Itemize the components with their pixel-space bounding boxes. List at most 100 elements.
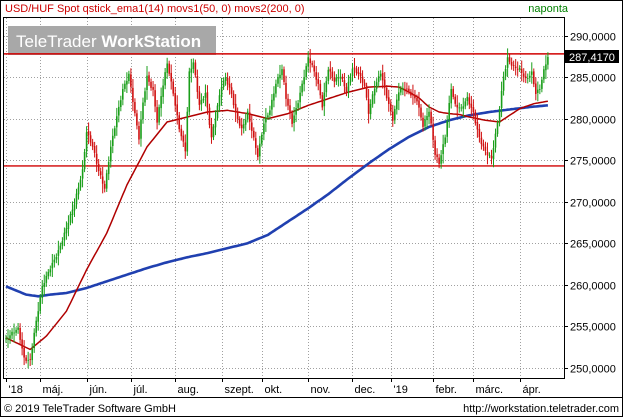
candle-body: [351, 68, 354, 76]
candle-body: [547, 57, 549, 65]
candle-body: [263, 123, 265, 135]
candle-body: [514, 66, 517, 69]
y-axis: 250,0000 255,0000 260,0000 265,0000 270,0000…: [564, 32, 616, 376]
candle-body: [297, 103, 299, 108]
candle-body: [482, 143, 485, 147]
candle-body: [61, 241, 64, 246]
candle-body: [448, 103, 450, 121]
candle-body: [303, 77, 305, 85]
candle-body: [265, 117, 267, 123]
candle-body: [9, 335, 11, 339]
candle-body: [359, 73, 362, 77]
timeframe-label[interactable]: naponta: [528, 3, 569, 15]
candle-body: [492, 148, 495, 160]
candle-body: [375, 82, 378, 89]
candle-body: [43, 283, 46, 287]
candle-body: [93, 146, 96, 153]
candle-body: [365, 85, 368, 98]
candle-body: [17, 327, 19, 330]
candle-body: [289, 105, 291, 114]
candle-body: [198, 91, 201, 105]
candle-body: [460, 107, 463, 109]
candle-body: [244, 119, 247, 125]
candle-body: [529, 75, 531, 78]
y-tick-label: 290,0000: [570, 32, 616, 44]
candle-body: [502, 76, 505, 91]
candle-body: [357, 72, 360, 74]
candle-body: [504, 69, 507, 77]
candle-body: [190, 68, 193, 73]
candle-body: [41, 286, 44, 298]
candle-body: [116, 116, 118, 128]
candle-body: [164, 72, 166, 86]
candle-body: [130, 74, 132, 87]
candle-body: [480, 137, 483, 145]
candle-body: [107, 162, 110, 175]
candle-body: [329, 68, 332, 72]
candle-body: [468, 97, 471, 105]
candle-body: [222, 80, 225, 88]
y-tick-label: 265,0000: [570, 239, 616, 251]
candle-body: [456, 104, 458, 108]
candle-body: [412, 94, 414, 96]
candle-body: [273, 93, 275, 101]
candle-body: [240, 124, 243, 129]
candle-body: [138, 126, 140, 140]
candle-body: [110, 146, 112, 162]
y-tick-label: 280,0000: [570, 115, 616, 127]
candle-body: [25, 357, 27, 361]
candle-body: [512, 65, 515, 66]
candle-body: [446, 121, 448, 137]
candle-body: [416, 98, 418, 102]
candle-body: [541, 79, 543, 89]
candle-body: [196, 76, 199, 92]
candle-body: [35, 320, 37, 333]
candle-body: [545, 64, 547, 71]
candle-body: [422, 117, 424, 127]
candle-body: [67, 222, 70, 229]
candle-body: [15, 329, 17, 333]
candle-body: [75, 193, 78, 205]
candle-body: [69, 214, 72, 223]
candle-body: [305, 66, 307, 77]
candle-body: [279, 74, 281, 79]
candle-body: [285, 82, 287, 99]
candle-body: [81, 169, 84, 179]
candle-body: [158, 107, 160, 123]
y-tick-label: 260,0000: [570, 281, 616, 293]
candle-body: [400, 88, 402, 93]
candle-body: [430, 111, 432, 124]
candle-body: [218, 95, 221, 107]
candle-body: [343, 80, 346, 87]
candle-body: [498, 109, 501, 124]
candle-body: [379, 73, 382, 77]
candle-body: [402, 87, 404, 90]
candle-body: [307, 57, 309, 67]
candle-body: [261, 134, 263, 144]
watermark-brand-bold: WorkStation: [101, 32, 201, 51]
candle-body: [535, 83, 537, 94]
candle-body: [269, 110, 271, 115]
candle-body: [331, 71, 334, 77]
candle-body: [383, 79, 386, 88]
candle-body: [234, 103, 237, 113]
candle-body: [436, 154, 438, 158]
candle-body: [57, 250, 60, 256]
footer-url[interactable]: http://workstation.teletrader.com: [463, 403, 619, 415]
candle-body: [462, 106, 465, 109]
candle-body: [267, 115, 269, 118]
candle-body: [533, 71, 535, 85]
candle-body: [531, 71, 533, 75]
candle-body: [214, 118, 217, 128]
candle-body: [287, 98, 289, 106]
candle-body: [228, 83, 231, 88]
candle-body: [162, 85, 164, 97]
x-tick-label: dec.: [355, 384, 376, 396]
candle-body: [496, 122, 499, 134]
x-tick-label: szept.: [225, 384, 254, 396]
candle-body: [85, 132, 88, 152]
candle-body: [388, 97, 390, 104]
candle-body: [242, 124, 245, 129]
candle-body: [73, 204, 76, 211]
candle-body: [192, 62, 195, 69]
